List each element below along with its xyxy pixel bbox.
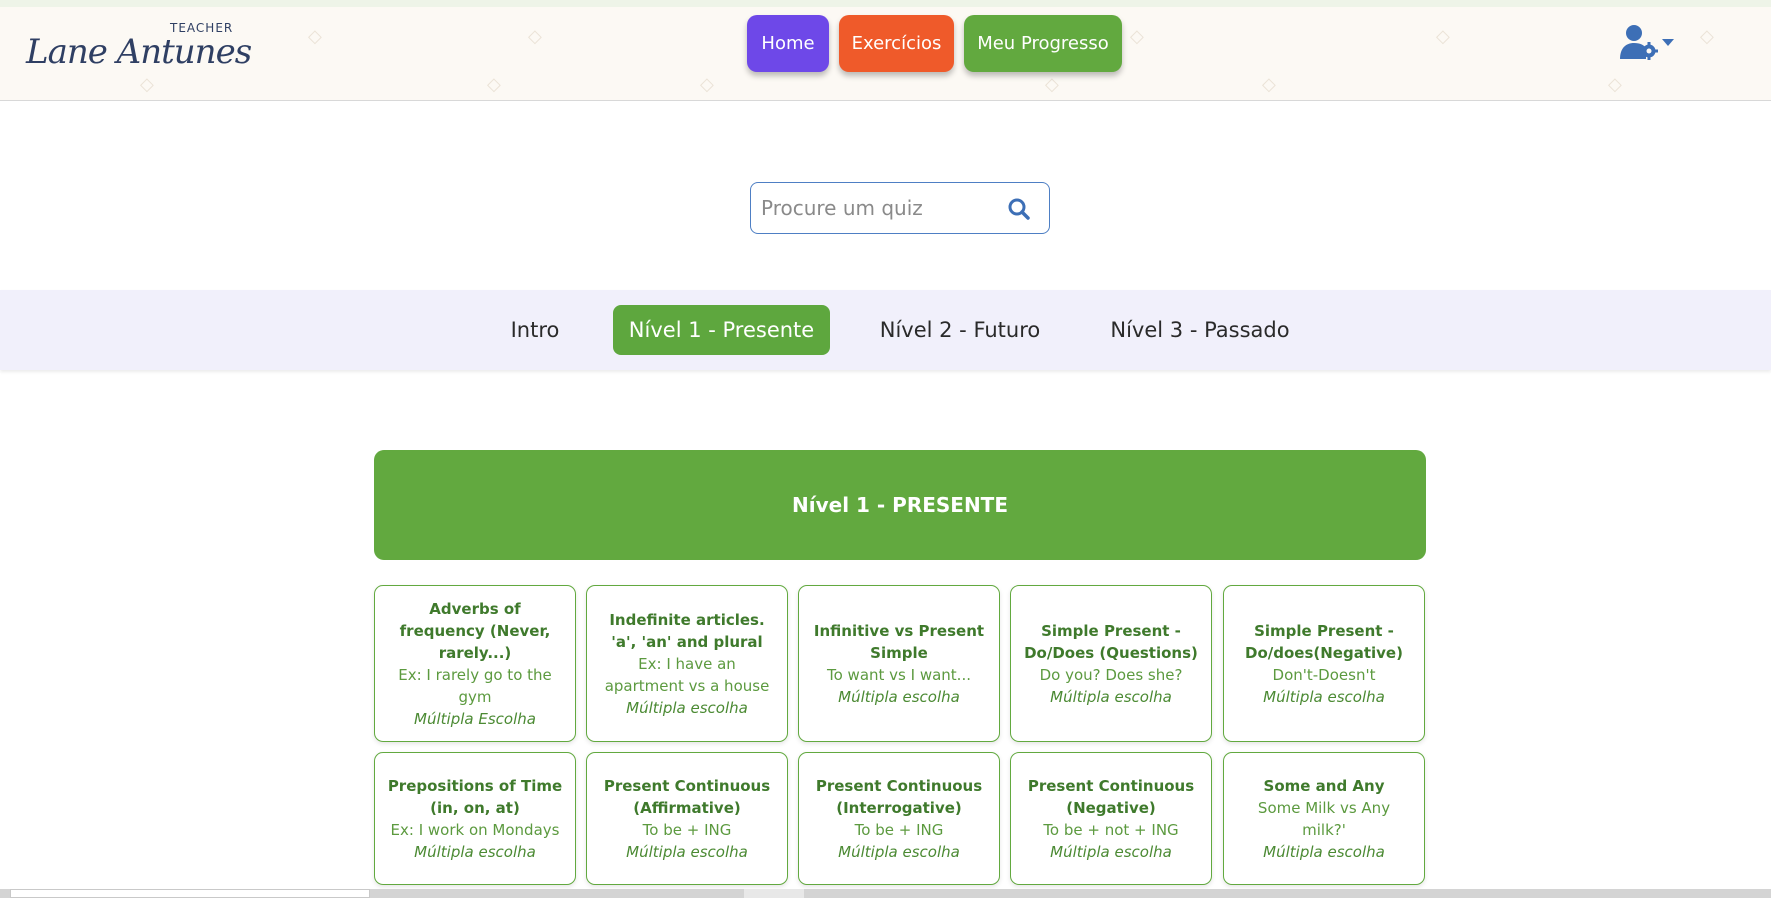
horizontal-scrollbar[interactable] [0,889,1771,898]
scrollbar-segment [744,889,804,898]
quiz-card-example: To want vs I want... [827,665,971,684]
quiz-card-title: Prepositions of Time (in, on, at) [387,776,563,817]
quiz-card-example: Ex: I work on Mondays [390,820,560,839]
quiz-card-example: Do you? Does she? [1039,665,1183,684]
quiz-card-title: Simple Present - Do/Does (Questions) [1024,621,1198,662]
decor-diamond: ◇ [1608,74,1622,95]
quiz-card[interactable]: Present Continuous (Negative) To be + no… [1010,752,1212,885]
search-input[interactable] [761,191,1001,225]
quiz-card-example: To be + not + ING [1043,820,1179,839]
decor-diamond: ◇ [1700,26,1714,47]
tab-intro[interactable]: Intro [495,305,575,355]
quiz-card[interactable]: Prepositions of Time (in, on, at) Ex: I … [374,752,576,885]
quiz-card-title: Present Continuous (Negative) [1027,776,1195,817]
quiz-card-example: Some Milk vs Any milk?' [1257,798,1391,839]
decor-diamond: ◇ [487,74,501,95]
quiz-card-type: Múltipla escolha [1050,842,1172,861]
my-progress-button[interactable]: Meu Progresso [964,15,1122,72]
quiz-card-type: Múltipla escolha [838,842,960,861]
header-top-strip [0,0,1771,7]
quiz-card-title: Adverbs of frequency (Never, rarely...) [399,599,551,662]
scrollbar-thumb[interactable] [10,889,370,898]
quiz-card[interactable]: Present Continuous (Affirmative) To be +… [586,752,788,885]
quiz-card-example: To be + ING [642,820,732,839]
site-header: ◇ ◇ ◇ ◇ ◇ ◇ ◇ ◇ ◇ ◇ ◇ TEACHER Lane Antun… [0,0,1771,101]
quiz-card[interactable]: Present Continuous (Interrogative) To be… [798,752,1000,885]
quiz-card-title: Simple Present - Do/does(Negative) [1245,621,1403,662]
decor-diamond: ◇ [1045,74,1059,95]
quiz-card-type: Múltipla Escolha [414,709,536,728]
quiz-card[interactable]: Simple Present - Do/does(Negative) Don't… [1223,585,1425,742]
quiz-card-type: Múltipla escolha [626,842,748,861]
chevron-down-icon [1662,39,1674,46]
tab-nivel-2[interactable]: Nível 2 - Futuro [870,305,1050,355]
decor-diamond: ◇ [1436,26,1450,47]
tab-nivel-1[interactable]: Nível 1 - Presente [613,305,830,355]
quiz-card[interactable]: Simple Present - Do/Does (Questions) Do … [1010,585,1212,742]
quiz-card-title: Some and Any [1263,776,1385,795]
quiz-card[interactable]: Adverbs of frequency (Never, rarely...) … [374,585,576,742]
quiz-card-type: Múltipla escolha [626,698,748,717]
decor-diamond: ◇ [308,26,322,47]
decor-diamond: ◇ [528,26,542,47]
decor-diamond: ◇ [140,74,154,95]
quiz-card-type: Múltipla escolha [1050,687,1172,706]
quiz-card-type: Múltipla escolha [1263,842,1385,861]
quiz-card-example: Don't-Doesn't [1272,665,1376,684]
logo-name-text: Lane Antunes [26,32,252,72]
quiz-search [750,182,1050,234]
quiz-card-type: Múltipla escolha [1263,687,1385,706]
quiz-card-type: Múltipla escolha [414,842,536,861]
quiz-card-type: Múltipla escolha [838,687,960,706]
decor-diamond: ◇ [700,74,714,95]
tab-nivel-3[interactable]: Nível 3 - Passado [1100,305,1300,355]
user-settings-menu[interactable] [1618,22,1680,62]
quiz-card-example: Ex: I have an apartment vs a house [604,654,770,695]
quiz-card-example: To be + ING [854,820,944,839]
quiz-card-title: Infinitive vs Present Simple [813,621,985,662]
level-title-banner: Nível 1 - PRESENTE [374,450,1426,560]
quiz-card-title: Present Continuous (Affirmative) [603,776,771,817]
quiz-card-title: Indefinite articles. 'a', 'an' and plura… [609,610,765,651]
quiz-card[interactable]: Some and Any Some Milk vs Any milk?' Múl… [1223,752,1425,885]
search-icon[interactable] [1007,197,1031,221]
quiz-card[interactable]: Infinitive vs Present Simple To want vs … [798,585,1000,742]
decor-diamond: ◇ [1262,74,1276,95]
decor-diamond: ◇ [1130,26,1144,47]
site-logo[interactable]: TEACHER Lane Antunes [26,18,252,74]
home-button[interactable]: Home [747,15,829,72]
user-gear-icon [1620,25,1674,60]
level-tabs: Intro Nível 1 - Presente Nível 2 - Futur… [0,290,1771,370]
quiz-card-title: Present Continuous (Interrogative) [815,776,983,817]
quiz-card[interactable]: Indefinite articles. 'a', 'an' and plura… [586,585,788,742]
quiz-card-example: Ex: I rarely go to the gym [398,665,552,706]
exercises-button[interactable]: Exercícios [839,15,954,72]
